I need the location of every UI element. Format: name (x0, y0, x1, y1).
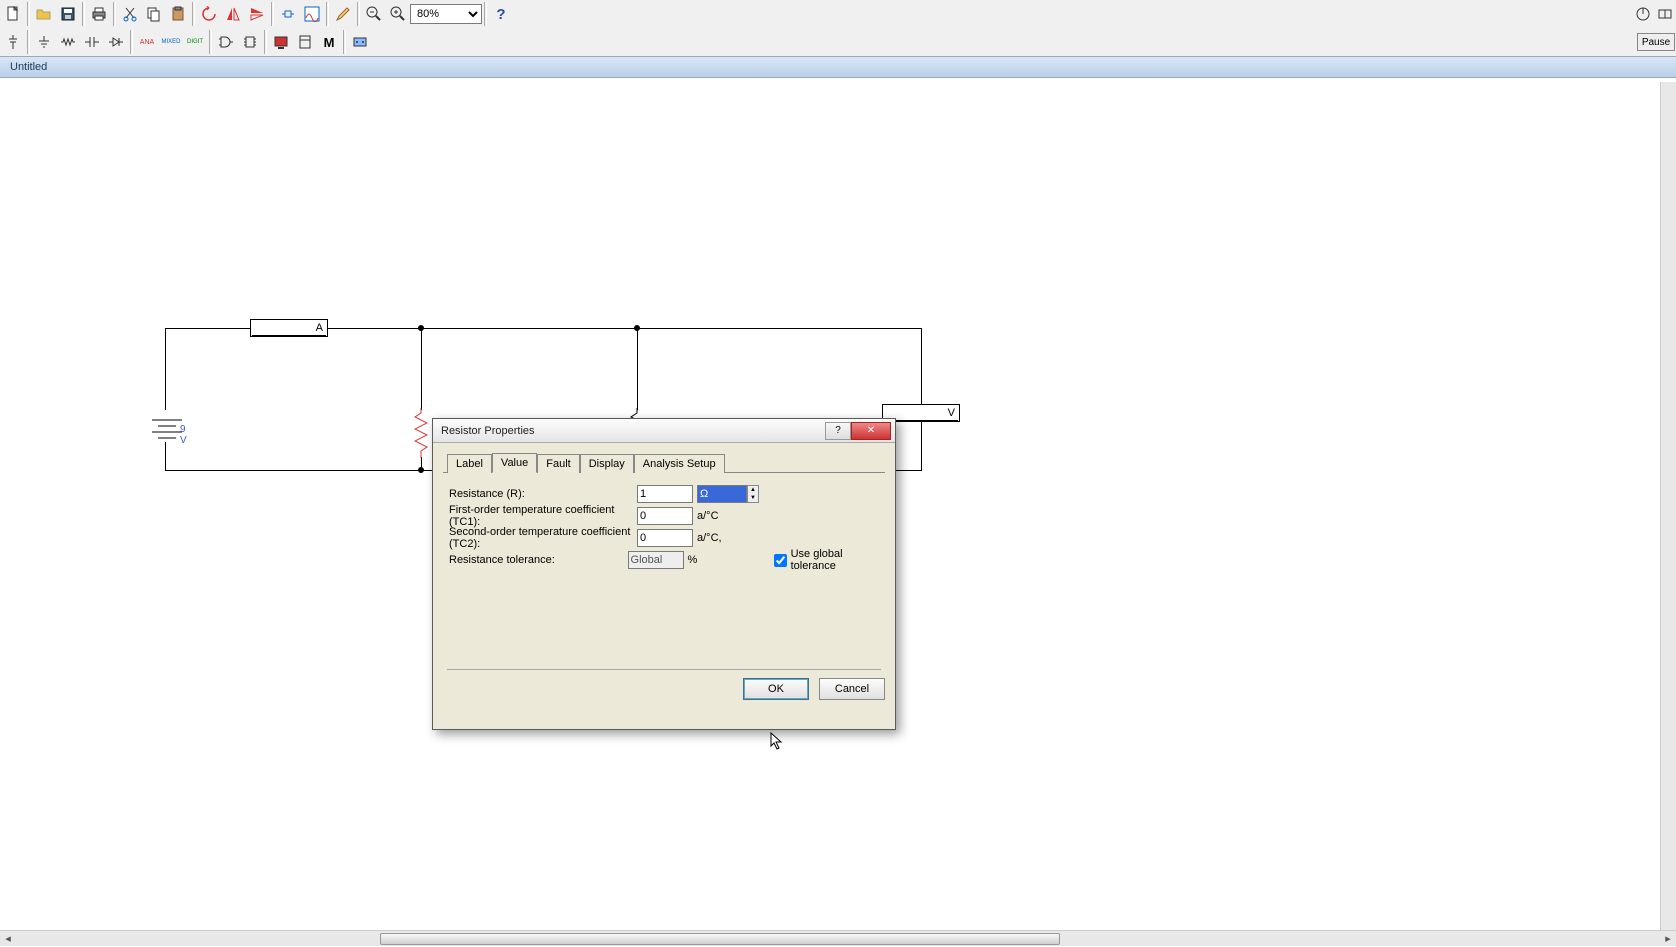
resistance-label: Resistance (R): (443, 488, 637, 500)
tolerance-unit: % (684, 554, 724, 566)
pause-button[interactable]: Pause (1637, 33, 1675, 51)
cancel-button[interactable]: Cancel (819, 678, 885, 700)
flip-v-button[interactable] (245, 2, 269, 26)
zoom-out-button[interactable] (362, 2, 386, 26)
global-tolerance-checkbox[interactable] (774, 554, 787, 567)
comp-ic-button[interactable] (238, 30, 262, 54)
open-file-button[interactable] (32, 2, 56, 26)
zoom-select[interactable]: 80% (410, 4, 482, 24)
document-tab-bar: Untitled (0, 56, 1676, 78)
comp-indicator-button[interactable] (293, 30, 317, 54)
comp-instrument-button[interactable] (348, 30, 372, 54)
tc1-label: First-order temperature coefficient (TC1… (443, 504, 637, 528)
global-tolerance-label: Use global tolerance (791, 548, 885, 572)
scroll-left-arrow[interactable]: ◂ (0, 931, 16, 947)
vertical-scrollbar[interactable] (1660, 82, 1676, 930)
toolbar-components: ANA MIXED DIGIT M Pause (0, 28, 1676, 56)
switch-off-icon[interactable] (1655, 4, 1675, 24)
print-button[interactable] (87, 2, 111, 26)
tc1-input[interactable] (637, 507, 693, 525)
tab-analysis-setup[interactable]: Analysis Setup (634, 454, 725, 473)
tc2-unit: a/°C, (693, 532, 735, 544)
scroll-thumb[interactable] (380, 933, 1060, 945)
dialog-close-button[interactable]: ✕ (851, 422, 891, 440)
tc1-unit: a/°C (693, 510, 735, 522)
edit-button[interactable] (331, 2, 355, 26)
comp-diode-button[interactable] (104, 30, 128, 54)
zoom-in-button[interactable] (386, 2, 410, 26)
comp-source-button[interactable] (1, 30, 25, 54)
tab-label[interactable]: Label (447, 454, 492, 473)
dialog-help-button[interactable]: ? (825, 422, 851, 440)
horizontal-scrollbar[interactable]: ◂ ▸ (0, 930, 1676, 946)
dialog-titlebar[interactable]: Resistor Properties ? ✕ (433, 419, 895, 443)
comp-capacitor-button[interactable] (80, 30, 104, 54)
comp-m-button[interactable]: M (317, 30, 341, 54)
comp-ground-button[interactable] (32, 30, 56, 54)
comp-mixed-button[interactable]: MIXED (159, 30, 183, 54)
graph-button[interactable] (300, 2, 324, 26)
tc2-input[interactable] (637, 529, 693, 547)
tab-value[interactable]: Value (492, 453, 537, 473)
component-button[interactable] (276, 2, 300, 26)
flip-h-button[interactable] (221, 2, 245, 26)
resistor-r1[interactable] (414, 408, 428, 458)
copy-button[interactable] (142, 2, 166, 26)
resistance-input[interactable] (637, 485, 693, 503)
rotate-left-button[interactable] (197, 2, 221, 26)
unit-spinner[interactable]: ▲▼ (747, 485, 759, 503)
dialog-tabs: Label Value Fault Display Analysis Setup (443, 451, 885, 473)
comp-digit-button[interactable]: DIGIT (183, 30, 207, 54)
help-button[interactable]: ? (489, 2, 513, 26)
comp-display-button[interactable] (269, 30, 293, 54)
comp-ana-button[interactable]: ANA (135, 30, 159, 54)
resistance-unit-select[interactable] (697, 485, 747, 503)
switch-on-icon[interactable] (1633, 4, 1653, 24)
ok-button[interactable]: OK (743, 678, 809, 700)
tab-display[interactable]: Display (580, 454, 634, 473)
tolerance-input (628, 551, 684, 569)
source-label: 9 V (180, 424, 187, 446)
paste-button[interactable] (166, 2, 190, 26)
save-button[interactable] (56, 2, 80, 26)
cut-button[interactable] (118, 2, 142, 26)
comp-resistor-button[interactable] (56, 30, 80, 54)
tab-fault[interactable]: Fault (537, 454, 579, 473)
toolbar-main: 80% ? (0, 0, 1676, 28)
tolerance-label: Resistance tolerance: (443, 554, 628, 566)
ammeter-letter: A (316, 322, 323, 334)
dialog-title: Resistor Properties (441, 425, 825, 437)
new-file-button[interactable] (1, 2, 25, 26)
resistor-properties-dialog: Resistor Properties ? ✕ Label Value Faul… (432, 418, 896, 730)
voltmeter-letter: V (948, 407, 955, 419)
comp-gate-button[interactable] (214, 30, 238, 54)
tc2-label: Second-order temperature coefficient (TC… (443, 526, 637, 550)
scroll-right-arrow[interactable]: ▸ (1660, 931, 1676, 947)
document-tab[interactable]: Untitled (10, 61, 47, 73)
